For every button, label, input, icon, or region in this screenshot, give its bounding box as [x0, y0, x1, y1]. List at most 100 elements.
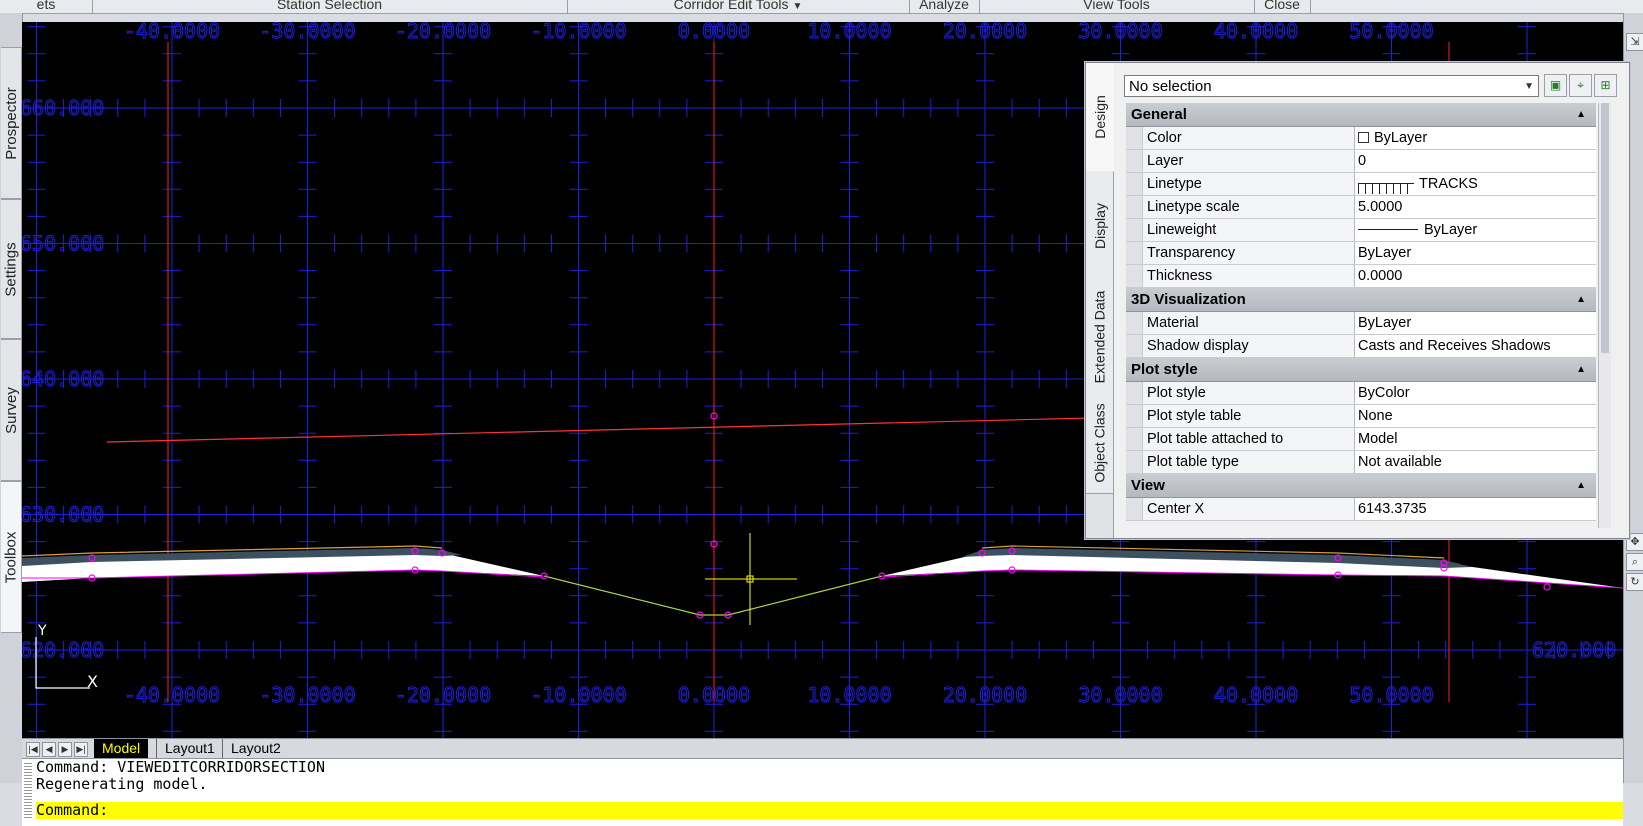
property-value[interactable]: ByLayer: [1355, 242, 1596, 264]
property-row[interactable]: Plot style ByColor: [1126, 382, 1596, 405]
select-objects-icon[interactable]: ⌖: [1569, 74, 1592, 97]
offset-label-top: 0.0000: [678, 22, 750, 43]
property-value[interactable]: 0: [1355, 150, 1596, 172]
property-value[interactable]: Model: [1355, 428, 1596, 450]
offset-label-top: -20.0000: [395, 22, 491, 43]
elevation-label-left: 650.000: [22, 232, 104, 256]
property-value-text: 6143.3735: [1358, 501, 1427, 517]
property-value[interactable]: ByLayer: [1355, 312, 1596, 334]
property-value-text: Casts and Receives Shadows: [1358, 338, 1551, 354]
tab-toolbox[interactable]: Toolbox: [1, 481, 22, 633]
property-value[interactable]: 0.0000: [1355, 265, 1596, 287]
category-title: General: [1131, 106, 1187, 123]
command-grip-handle[interactable]: [24, 763, 32, 819]
property-row[interactable]: Plot table attached to Model: [1126, 428, 1596, 451]
tab-layout2[interactable]: Layout2: [222, 739, 289, 758]
property-value[interactable]: ByLayer: [1355, 219, 1596, 241]
collapse-icon[interactable]: ▲: [1576, 474, 1586, 497]
tab-prospector[interactable]: Prospector: [1, 47, 22, 199]
property-row[interactable]: Material ByLayer: [1126, 312, 1596, 335]
quick-select-icon[interactable]: ▣: [1544, 74, 1567, 97]
palette-scrollbar[interactable]: [1598, 103, 1611, 528]
last-tab-icon[interactable]: ▶|: [74, 742, 88, 757]
property-row[interactable]: Transparency ByLayer: [1126, 242, 1596, 265]
ribbon-panel-0[interactable]: ets: [0, 0, 93, 13]
property-value[interactable]: Casts and Receives Shadows: [1355, 335, 1596, 357]
property-row[interactable]: Center X 6143.3735: [1126, 498, 1596, 521]
collapse-icon[interactable]: ▲: [1576, 288, 1586, 311]
property-value[interactable]: 5.0000: [1355, 196, 1596, 218]
ribbon-panel-4[interactable]: View Tools: [979, 0, 1255, 13]
first-tab-icon[interactable]: |◀: [26, 742, 40, 757]
offset-label-bottom: -30.0000: [259, 683, 355, 707]
selection-dropdown[interactable]: No selection ▼: [1124, 75, 1539, 97]
ribbon-panel-1[interactable]: Station Selection: [92, 0, 568, 13]
tab-settings[interactable]: Settings: [1, 199, 22, 339]
property-value[interactable]: TRACKS: [1355, 173, 1596, 195]
tab-survey-label: Survey: [2, 386, 20, 434]
row-gutter: [1126, 150, 1143, 172]
property-value[interactable]: None: [1355, 405, 1596, 427]
nav-orbit-icon[interactable]: ↻: [1626, 573, 1643, 591]
collapse-icon[interactable]: ▲: [1576, 358, 1586, 381]
elevation-label-right: 620.000: [1532, 638, 1616, 662]
command-prompt: Command:: [36, 801, 109, 819]
offset-label-bottom: 50.0000: [1349, 683, 1433, 707]
tab-settings-label: Settings: [2, 241, 20, 297]
category-header[interactable]: 3D Visualization ▲: [1126, 288, 1596, 312]
tab-layout1-label: Layout1: [165, 740, 215, 756]
ribbon-panel-2[interactable]: Corridor Edit Tools ▼: [567, 0, 910, 13]
property-value[interactable]: ByLayer: [1355, 127, 1596, 149]
tab-layout1[interactable]: Layout1: [156, 739, 223, 758]
ucs-x-label: X: [87, 672, 98, 691]
property-value[interactable]: Not available: [1355, 451, 1596, 473]
row-gutter: [1126, 451, 1143, 473]
lineweight-preview-icon: [1358, 229, 1418, 230]
chevron-down-icon: ▼: [1524, 81, 1534, 92]
property-row[interactable]: Linetype scale 5.0000: [1126, 196, 1596, 219]
property-row[interactable]: Plot style table None: [1126, 405, 1596, 428]
property-row[interactable]: Shadow display Casts and Receives Shadows: [1126, 335, 1596, 358]
ribbon-panel-3[interactable]: Analyze: [909, 0, 980, 13]
tab-design[interactable]: Design: [1086, 63, 1114, 172]
dock-pin-icon[interactable]: ⇲: [1626, 33, 1643, 51]
property-name: Lineweight: [1143, 219, 1355, 241]
property-name: Shadow display: [1143, 335, 1355, 357]
property-value-text: 0.0000: [1358, 268, 1403, 284]
elevation-label-left: 620.000: [22, 638, 104, 662]
tab-survey[interactable]: Survey: [1, 339, 22, 481]
tab-object-class[interactable]: Object Class: [1086, 393, 1113, 494]
next-tab-icon[interactable]: ▶: [58, 742, 72, 757]
toggle-pickadd-icon[interactable]: ⊞: [1594, 74, 1617, 97]
property-row[interactable]: Color ByLayer: [1126, 127, 1596, 150]
chevron-down-icon: ▼: [792, 1, 803, 12]
category-header[interactable]: General ▲: [1126, 103, 1596, 127]
prev-tab-icon[interactable]: ◀: [42, 742, 56, 757]
property-value[interactable]: ByColor: [1355, 382, 1596, 404]
property-row[interactable]: Lineweight ByLayer: [1126, 219, 1596, 242]
category-header[interactable]: Plot style ▲: [1126, 358, 1596, 382]
offset-label-top: 20.0000: [943, 22, 1027, 43]
tab-display[interactable]: Display: [1086, 171, 1113, 282]
offset-label-top: -30.0000: [259, 22, 355, 43]
property-grid: General ▲ Color ByLayer Layer 0 Linetype TRACKS…: [1126, 103, 1596, 528]
command-input[interactable]: Command:: [36, 802, 1623, 819]
ribbon-panel-label: View Tools: [1083, 0, 1150, 12]
property-row[interactable]: Plot table type Not available: [1126, 451, 1596, 474]
property-row[interactable]: Layer 0: [1126, 150, 1596, 173]
property-value-text: Model: [1358, 431, 1398, 447]
property-value[interactable]: 6143.3735: [1355, 498, 1596, 520]
tab-model[interactable]: Model: [94, 739, 149, 758]
ribbon-panel-5[interactable]: Close: [1254, 0, 1311, 13]
row-gutter: [1126, 173, 1143, 195]
nav-zoom-icon[interactable]: ⌕: [1626, 553, 1643, 571]
tab-extended-data[interactable]: Extended Data: [1086, 281, 1113, 394]
collapse-icon[interactable]: ▲: [1576, 103, 1586, 126]
property-row[interactable]: Linetype TRACKS: [1126, 173, 1596, 196]
row-gutter: [1126, 265, 1143, 287]
category-header[interactable]: View ▲: [1126, 474, 1596, 498]
property-row[interactable]: Thickness 0.0000: [1126, 265, 1596, 288]
ribbon-panel-label: Station Selection: [276, 0, 383, 12]
scrollbar-thumb[interactable]: [1601, 103, 1609, 353]
row-gutter: [1126, 498, 1143, 520]
